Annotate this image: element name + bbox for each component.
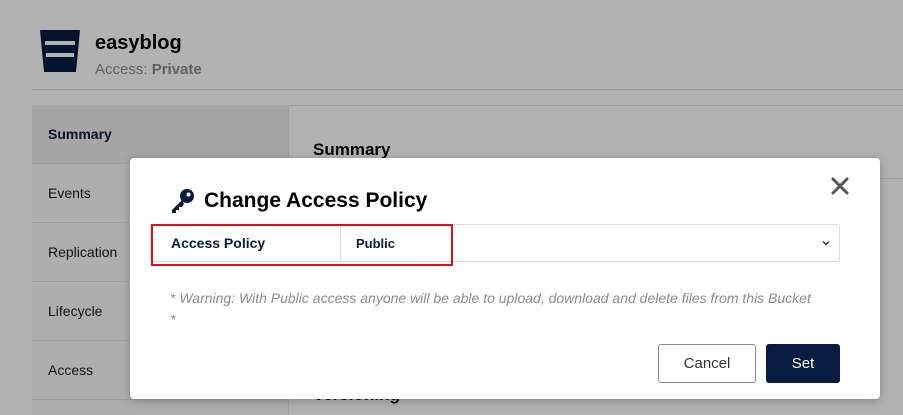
- close-icon[interactable]: [830, 176, 850, 196]
- chevron-down-icon: [822, 240, 830, 246]
- cancel-button[interactable]: Cancel: [658, 344, 756, 383]
- key-icon: [172, 189, 194, 213]
- access-policy-select[interactable]: Public: [341, 225, 839, 261]
- public-access-warning: * Warning: With Public access anyone wil…: [170, 290, 811, 327]
- access-policy-label: Access Policy: [151, 225, 341, 261]
- selected-policy-value: Public: [356, 235, 396, 251]
- dialog-header: Change Access Policy: [168, 186, 427, 216]
- access-policy-row: Access Policy Public: [150, 224, 840, 262]
- set-button[interactable]: Set: [766, 344, 840, 383]
- dialog-title: Change Access Policy: [204, 189, 428, 212]
- change-access-policy-dialog: Change Access Policy Access Policy Publi…: [130, 158, 880, 399]
